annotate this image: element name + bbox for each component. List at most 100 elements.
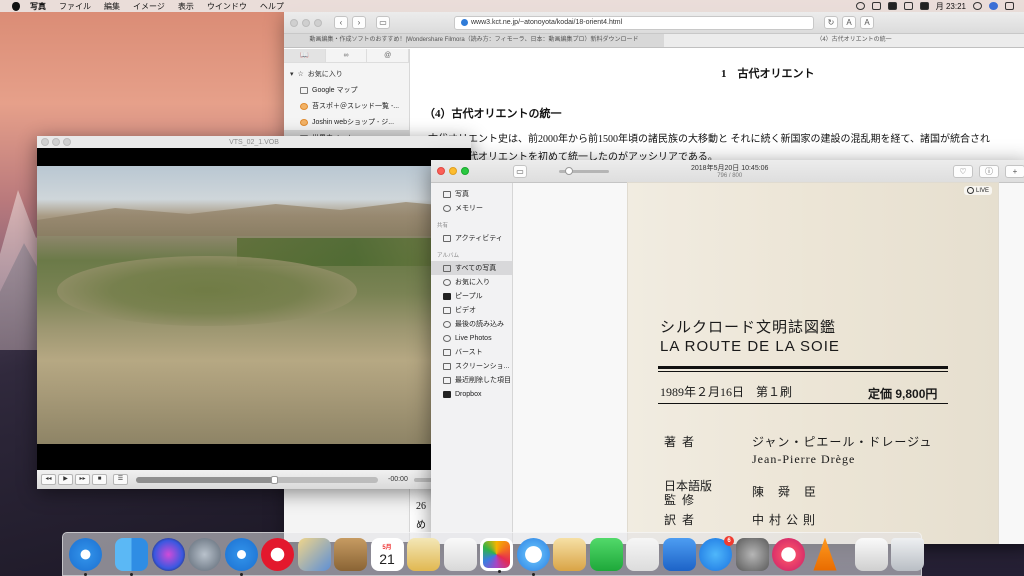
sidebar-item-memories[interactable]: メモリー (431, 201, 512, 215)
book-edition-date: 1989年２月16日 第１刷 (660, 385, 793, 399)
add-icon[interactable]: + (1005, 164, 1024, 178)
sidebar-item-last-import[interactable]: 最後の読み込み (431, 317, 512, 331)
favorite-heart-icon[interactable]: ♡ (953, 164, 973, 178)
sidebar-item-photos[interactable]: 写真 (431, 187, 512, 201)
sidebar-item-screenshots[interactable]: スクリーンショ... (431, 359, 512, 373)
numbers-chart-icon[interactable] (626, 537, 659, 571)
facetime-camera-icon[interactable] (589, 537, 623, 571)
sidebar-label: アクティビティ (455, 235, 503, 242)
live-photo-badge[interactable]: LIVE (963, 186, 992, 195)
close-button[interactable] (437, 167, 445, 175)
stop-button[interactable]: ■ (92, 474, 107, 485)
forward-button[interactable]: › (352, 16, 366, 29)
bookmark-item[interactable]: Joshin webショップ - ジ... (284, 114, 409, 130)
trash-icon[interactable] (891, 537, 924, 571)
reload-icon[interactable]: ↻ (824, 16, 838, 29)
photos-sidebar: 写真 メモリー 共有 アクティビティ アルバム すべての写真 お気に入り ピープ… (431, 183, 513, 544)
back-button[interactable]: ‹ (334, 16, 348, 29)
text-larger-button[interactable]: A (860, 16, 874, 29)
tab-orient[interactable]: （4）古代オリエントの統一 (664, 34, 1024, 47)
zoom-knob[interactable] (565, 166, 573, 175)
safari-compass-icon[interactable] (224, 537, 258, 576)
info-icon[interactable]: ⓘ (979, 164, 999, 178)
photos-toolbar: ▭ 2018年5月20日 10:45:06 796 / 800 ♡ ⓘ + (431, 160, 1024, 183)
wifi-icon[interactable] (855, 2, 865, 10)
itunes-music-icon[interactable] (772, 537, 805, 571)
bookmark-item[interactable]: 苔スポ＋＠スレッド一覧 -... (284, 98, 409, 114)
siri-icon[interactable] (989, 2, 998, 10)
vlc-cone-icon[interactable] (813, 537, 837, 571)
menu-view[interactable]: 表示 (178, 1, 194, 12)
translator-name: 中 村 公 則 (752, 513, 817, 527)
stickies-notes-icon[interactable] (407, 537, 440, 571)
text-smaller-button[interactable]: A (842, 16, 856, 29)
finder-dock-icon[interactable] (115, 537, 148, 576)
live-icon (966, 187, 974, 194)
notification-center-icon[interactable] (1005, 2, 1014, 10)
sidebar-toggle-icon[interactable]: ▭ (376, 16, 390, 29)
pages-dock-icon[interactable] (553, 537, 586, 571)
messages-bubble-icon[interactable] (516, 537, 550, 576)
sidebar-item-recently-deleted[interactable]: 最近削除した項目 (431, 373, 512, 387)
tab-filmora[interactable]: 動画編集・作成ソフトのおすすめ！|Wondershare Filmora（読み方… (284, 34, 664, 47)
fast-forward-button[interactable]: ▸▸ (75, 474, 90, 485)
menu-file[interactable]: ファイル (59, 1, 91, 12)
mail-stamp-icon[interactable] (297, 537, 331, 571)
minimize-button[interactable] (449, 167, 457, 175)
clock-icon (443, 320, 451, 328)
input-source-icon[interactable] (919, 2, 929, 10)
bookmarks-tab-icon[interactable]: 📖 (284, 49, 326, 62)
seek-bar[interactable] (136, 475, 378, 484)
all-photos-icon (443, 264, 451, 272)
zoom-button[interactable] (461, 167, 469, 175)
address-bar[interactable]: www3.kct.ne.jp/~atonoyota/kodai/18-orien… (454, 15, 814, 30)
sidebar-item-favorites[interactable]: お気に入り (431, 275, 512, 289)
opera-dock-icon[interactable] (261, 537, 294, 571)
system-preferences-gear-icon[interactable] (735, 537, 769, 571)
safari-dock-icon[interactable] (69, 537, 102, 576)
textedit-icon[interactable] (443, 537, 477, 571)
contacts-book-icon[interactable] (334, 537, 367, 571)
sidebar-item-all-photos[interactable]: すべての写真 (431, 261, 512, 275)
zoom-button[interactable] (314, 18, 322, 27)
sidebar-item-dropbox[interactable]: Dropbox (431, 387, 512, 401)
rewind-button[interactable]: ◂◂ (41, 474, 56, 485)
sidebar-item-live-photos[interactable]: Live Photos (431, 331, 512, 345)
calendar-dock-icon[interactable]: 5月 21 (370, 537, 404, 571)
close-button[interactable] (290, 18, 298, 27)
favorites-header[interactable]: ▾ ☆ お気に入り (284, 63, 409, 82)
downloads-stack-icon[interactable] (854, 537, 888, 571)
sidebar-toggle-icon[interactable]: ▭ (513, 164, 527, 178)
menu-clock[interactable]: 月 23:21 (936, 1, 966, 12)
minimize-button[interactable] (302, 18, 310, 27)
sidebar-item-bursts[interactable]: バースト (431, 345, 512, 359)
playlist-button[interactable]: ☰ (113, 474, 128, 485)
menu-help[interactable]: ヘルプ (260, 1, 284, 12)
airplay-icon[interactable] (871, 2, 881, 10)
shared-links-tab-icon[interactable]: @ (367, 49, 410, 62)
sidebar-item-videos[interactable]: ビデオ (431, 303, 512, 317)
spotlight-icon[interactable] (973, 2, 982, 10)
siri-dock-icon[interactable] (151, 537, 185, 571)
keynote-podium-icon[interactable] (662, 537, 696, 571)
launchpad-rocket-icon[interactable] (188, 537, 221, 571)
photos-dock-icon[interactable] (480, 537, 513, 573)
app-store-icon[interactable]: 6 (699, 535, 734, 571)
author-jp: ジャン・ピエール・ドレージュ (752, 435, 933, 449)
seek-knob[interactable] (270, 475, 278, 484)
menu-edit[interactable]: 編集 (104, 1, 120, 12)
reading-list-tab-icon[interactable]: ∞ (326, 49, 368, 62)
menu-app-name[interactable]: 写真 (30, 1, 46, 12)
play-button[interactable]: ▶ (58, 474, 73, 485)
sidebar-item-activity[interactable]: アクティビティ (431, 231, 512, 245)
battery-icon[interactable] (903, 2, 913, 10)
menu-image[interactable]: イメージ (133, 1, 165, 12)
menu-window[interactable]: ウインドウ (207, 1, 247, 12)
bookmark-item[interactable]: Google マップ (284, 82, 409, 98)
apple-menu-icon[interactable] (12, 1, 20, 11)
video-area[interactable] (37, 148, 471, 470)
zoom-slider[interactable] (559, 166, 609, 175)
volume-icon[interactable] (887, 2, 897, 10)
sidebar-item-people[interactable]: ピープル (431, 289, 512, 303)
photo-viewer[interactable]: シルクロード文明誌図鑑 LA ROUTE DE LA SOIE 1989年２月1… (513, 183, 1024, 544)
